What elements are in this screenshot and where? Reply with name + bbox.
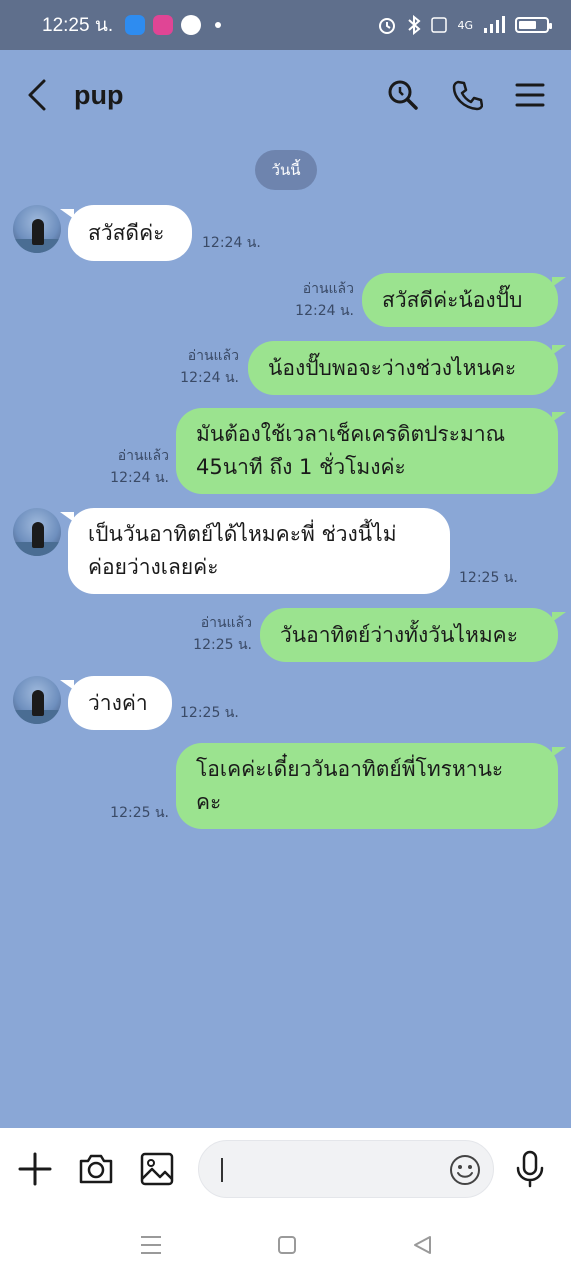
bluetooth-icon <box>408 15 422 35</box>
chat-title: pup <box>74 79 124 110</box>
message-time: 12:25 น. <box>459 570 518 586</box>
message-text: สวัสดีค่ะ <box>88 220 165 245</box>
message-time: 12:24 น. <box>295 303 354 319</box>
message-text: สวัสดีค่ะน้องปั๊บ <box>382 287 523 312</box>
text-cursor <box>221 1158 223 1182</box>
message-time: 12:24 น. <box>202 235 261 251</box>
message-text: วันอาทิตย์ว่างทั้งวันไหมคะ <box>280 622 518 647</box>
network-type: 4G <box>457 18 473 32</box>
outgoing-message-bubble[interactable]: โอเคค่ะเดี๋ยววันอาทิตย์พี่โทรหานะ คะ <box>176 743 566 829</box>
header-actions <box>387 79 545 111</box>
date-divider: วันนี้ <box>255 150 317 190</box>
message-time: 12:25 น. <box>110 805 169 821</box>
read-receipt: อ่านแล้ว <box>187 348 239 364</box>
outgoing-message-bubble[interactable]: น้องปั๊บพอจะว่างช่วงไหนคะ <box>248 341 566 395</box>
status-bar: 12:25 น. 4G <box>0 0 571 50</box>
message-text-line: ค่อยว่างเลยค่ะ <box>88 555 219 579</box>
read-receipt: อ่านแล้ว <box>302 281 354 297</box>
message-text: น้องปั๊บพอจะว่างช่วงไหนคะ <box>268 355 517 380</box>
outgoing-message-bubble[interactable]: มันต้องใช้เวลาเช็คเครดิตประมาณ 45นาที ถึ… <box>176 408 566 494</box>
recent-apps-icon[interactable] <box>140 1235 162 1255</box>
message-text-line: เป็นวันอาทิตย์ได้ไหมคะพี่ ช่วงนี้ไม่ <box>88 522 397 546</box>
status-time: 12:25 น. <box>42 15 114 36</box>
alarm-icon <box>379 18 396 34</box>
phone-icon[interactable] <box>451 79 483 111</box>
back-nav-icon[interactable] <box>412 1235 432 1255</box>
contact-avatar[interactable] <box>13 508 61 556</box>
image-icon[interactable] <box>140 1152 174 1186</box>
message-text-line: โอเคค่ะเดี๋ยววันอาทิตย์พี่โทรหานะ <box>196 757 504 781</box>
plus-icon[interactable] <box>18 1152 52 1186</box>
back-arrow-icon[interactable] <box>26 75 56 115</box>
message-text-line: มันต้องใช้เวลาเช็คเครดิตประมาณ <box>196 422 506 446</box>
app-notification-icon-2 <box>153 15 174 35</box>
camera-icon[interactable] <box>78 1153 114 1185</box>
emoji-icon[interactable] <box>449 1154 481 1186</box>
incoming-message-bubble[interactable]: ว่างค่า <box>60 676 172 730</box>
signal-icon <box>484 16 505 33</box>
message-text: ว่างค่า <box>88 690 148 715</box>
menu-icon[interactable] <box>515 81 545 109</box>
message-time: 12:24 น. <box>180 370 239 386</box>
message-time: 12:25 น. <box>180 705 239 721</box>
microphone-icon[interactable] <box>515 1150 545 1188</box>
message-input-bar <box>0 1128 571 1210</box>
line-app-icon <box>181 15 202 35</box>
message-input[interactable] <box>198 1140 494 1198</box>
volte-icon <box>431 17 448 33</box>
system-status-icons: 4G <box>377 15 552 35</box>
message-text-line: คะ <box>196 790 222 814</box>
notification-icons <box>125 15 222 35</box>
contact-avatar[interactable] <box>13 676 61 724</box>
battery-icon <box>515 17 552 33</box>
system-navigation-bar <box>0 1210 571 1280</box>
incoming-message-bubble[interactable]: สวัสดีค่ะ <box>60 205 192 261</box>
app-notification-icon-1 <box>125 15 146 35</box>
search-icon[interactable] <box>387 79 419 111</box>
read-receipt: อ่านแล้ว <box>200 615 252 631</box>
contact-avatar[interactable] <box>13 205 61 253</box>
outgoing-message-bubble[interactable]: วันอาทิตย์ว่างทั้งวันไหมคะ <box>260 608 566 662</box>
message-time: 12:25 น. <box>193 637 252 653</box>
home-icon[interactable] <box>277 1235 297 1255</box>
incoming-message-bubble[interactable]: เป็นวันอาทิตย์ได้ไหมคะพี่ ช่วงนี้ไม่ ค่อ… <box>60 508 450 594</box>
chat-header: pup <box>0 50 571 140</box>
message-text-line: 45นาที ถึง 1 ชั่วโมงค่ะ <box>196 455 406 479</box>
more-notifications-dot <box>215 22 222 28</box>
read-receipt: อ่านแล้ว <box>117 448 169 464</box>
input-actions <box>18 1152 174 1186</box>
message-time: 12:24 น. <box>110 470 169 486</box>
outgoing-message-bubble[interactable]: สวัสดีค่ะน้องปั๊บ <box>362 273 566 327</box>
